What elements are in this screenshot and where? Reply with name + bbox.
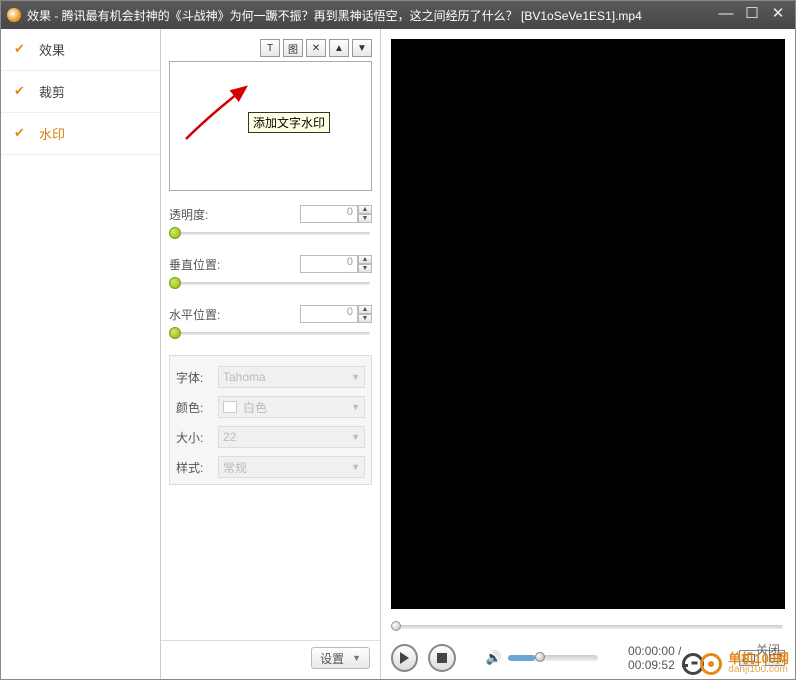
tab-label: 水印 [39, 124, 65, 143]
settings-button[interactable]: 设置 ▼ [311, 647, 370, 669]
opacity-step-up[interactable]: ▲ [358, 205, 372, 214]
font-label: 字体: [176, 369, 218, 386]
watermark-canvas[interactable]: 添加文字水印 [169, 61, 372, 191]
window-buttons: — ☐ ✕ [715, 7, 789, 23]
logo-ring-2 [700, 653, 722, 675]
vpos-label: 垂直位置: [169, 256, 229, 273]
opacity-slider[interactable] [169, 227, 372, 241]
volume-thumb[interactable] [535, 652, 545, 662]
style-select: 常规 ▼ [218, 456, 365, 478]
opacity-label: 透明度: [169, 206, 229, 223]
check-icon [15, 85, 29, 99]
font-settings: 字体: Tahoma ▼ 颜色: 白色 ▼ 大小: 22 ▼ 样式: 常规 ▼ [169, 355, 372, 485]
watermark-toolbar: T 图 ✕ ▲ ▼ [169, 39, 372, 57]
stop-icon [437, 653, 447, 663]
brand-main: 单机100网 [728, 652, 789, 665]
hpos-slider[interactable] [169, 327, 372, 341]
vpos-input[interactable]: 0 [300, 255, 358, 273]
check-icon [15, 127, 29, 141]
volume-icon[interactable]: 🔊 [486, 650, 502, 666]
text-icon: T [267, 43, 273, 54]
check-icon [15, 43, 29, 57]
hpos-label: 水平位置: [169, 306, 229, 323]
minimize-button[interactable]: — [715, 7, 737, 23]
tab-watermark[interactable]: 水印 [1, 113, 160, 155]
move-up-button[interactable]: ▲ [329, 39, 349, 57]
footer-brand: 单机100网 danji100.com [682, 652, 789, 675]
delete-watermark-button[interactable]: ✕ [306, 39, 326, 57]
stop-button[interactable] [428, 644, 455, 672]
size-select: 22 ▼ [218, 426, 365, 448]
opacity-input[interactable]: 0 [300, 205, 358, 223]
volume-slider[interactable] [508, 655, 598, 661]
color-label: 颜色: [176, 399, 218, 416]
time-sep: / [675, 644, 682, 658]
brand-sub: danji100.com [728, 665, 789, 675]
tab-effects[interactable]: 效果 [1, 29, 160, 71]
vpos-step-down[interactable]: ▼ [358, 264, 372, 273]
hpos-input[interactable]: 0 [300, 305, 358, 323]
add-image-watermark-button[interactable]: 图 [283, 39, 303, 57]
chevron-down-icon: ▼ [351, 372, 360, 382]
volume-control: 🔊 [486, 650, 598, 666]
tooltip-add-text: 添加文字水印 [248, 112, 330, 133]
center-panel: T 图 ✕ ▲ ▼ 添加文字水印 透明度: 0 ▲▼ [161, 29, 381, 679]
brand-logo [682, 653, 722, 675]
window-title: 效果 - 腾讯最有机会封神的《斗战神》为何一蹶不振？再到黑神话悟空，这之间经历了… [27, 7, 715, 24]
chevron-down-icon: ▼ [351, 432, 360, 442]
size-label: 大小: [176, 429, 218, 446]
font-select: Tahoma ▼ [218, 366, 365, 388]
up-icon: ▲ [334, 43, 344, 54]
play-button[interactable] [391, 644, 418, 672]
settings-button-label: 设置 [320, 650, 344, 667]
vpos-step-up[interactable]: ▲ [358, 255, 372, 264]
sidebar: 效果 裁剪 水印 [1, 29, 161, 679]
app-icon [7, 8, 21, 22]
tab-crop[interactable]: 裁剪 [1, 71, 160, 113]
tab-label: 效果 [39, 40, 65, 59]
style-label: 样式: [176, 459, 218, 476]
brand-text: 单机100网 danji100.com [728, 652, 789, 675]
color-select: 白色 ▼ [218, 396, 365, 418]
hpos-step-up[interactable]: ▲ [358, 305, 372, 314]
vpos-slider[interactable] [169, 277, 372, 291]
volume-fill [508, 655, 535, 661]
tab-label: 裁剪 [39, 82, 65, 101]
hpos-step-down[interactable]: ▼ [358, 314, 372, 323]
delete-icon: ✕ [312, 43, 320, 54]
chevron-down-icon: ▼ [351, 402, 360, 412]
down-icon: ▼ [357, 43, 367, 54]
move-down-button[interactable]: ▼ [352, 39, 372, 57]
titlebar: 效果 - 腾讯最有机会封神的《斗战神》为何一蹶不振？再到黑神话悟空，这之间经历了… [1, 1, 795, 29]
color-value: 白色 [243, 399, 267, 416]
slider-thumb[interactable] [169, 227, 181, 239]
add-text-watermark-button[interactable]: T [260, 39, 280, 57]
slider-thumb[interactable] [169, 277, 181, 289]
seek-thumb[interactable] [391, 621, 401, 631]
hpos-group: 水平位置: 0 ▲▼ [169, 305, 372, 341]
preview-panel: 🔊 00:00:00 / 00:09:52 关闭 单机100网 [381, 29, 795, 679]
chevron-down-icon: ▼ [352, 653, 361, 663]
color-swatch [223, 401, 237, 413]
close-button[interactable]: ✕ [767, 7, 789, 23]
time-current: 00:00:00 [628, 644, 675, 658]
settings-bar: 设置 ▼ [161, 640, 380, 669]
opacity-group: 透明度: 0 ▲▼ [169, 205, 372, 241]
video-preview[interactable] [391, 39, 785, 609]
vpos-group: 垂直位置: 0 ▲▼ [169, 255, 372, 291]
opacity-step-down[interactable]: ▼ [358, 214, 372, 223]
slider-thumb[interactable] [169, 327, 181, 339]
image-icon: 图 [288, 41, 298, 56]
font-value: Tahoma [223, 370, 266, 384]
chevron-down-icon: ▼ [351, 462, 360, 472]
maximize-button[interactable]: ☐ [741, 7, 763, 23]
play-icon [399, 652, 410, 664]
size-value: 22 [223, 430, 236, 444]
style-value: 常规 [223, 459, 247, 476]
time-total: 00:09:52 [628, 658, 675, 672]
seek-bar[interactable] [391, 619, 785, 637]
